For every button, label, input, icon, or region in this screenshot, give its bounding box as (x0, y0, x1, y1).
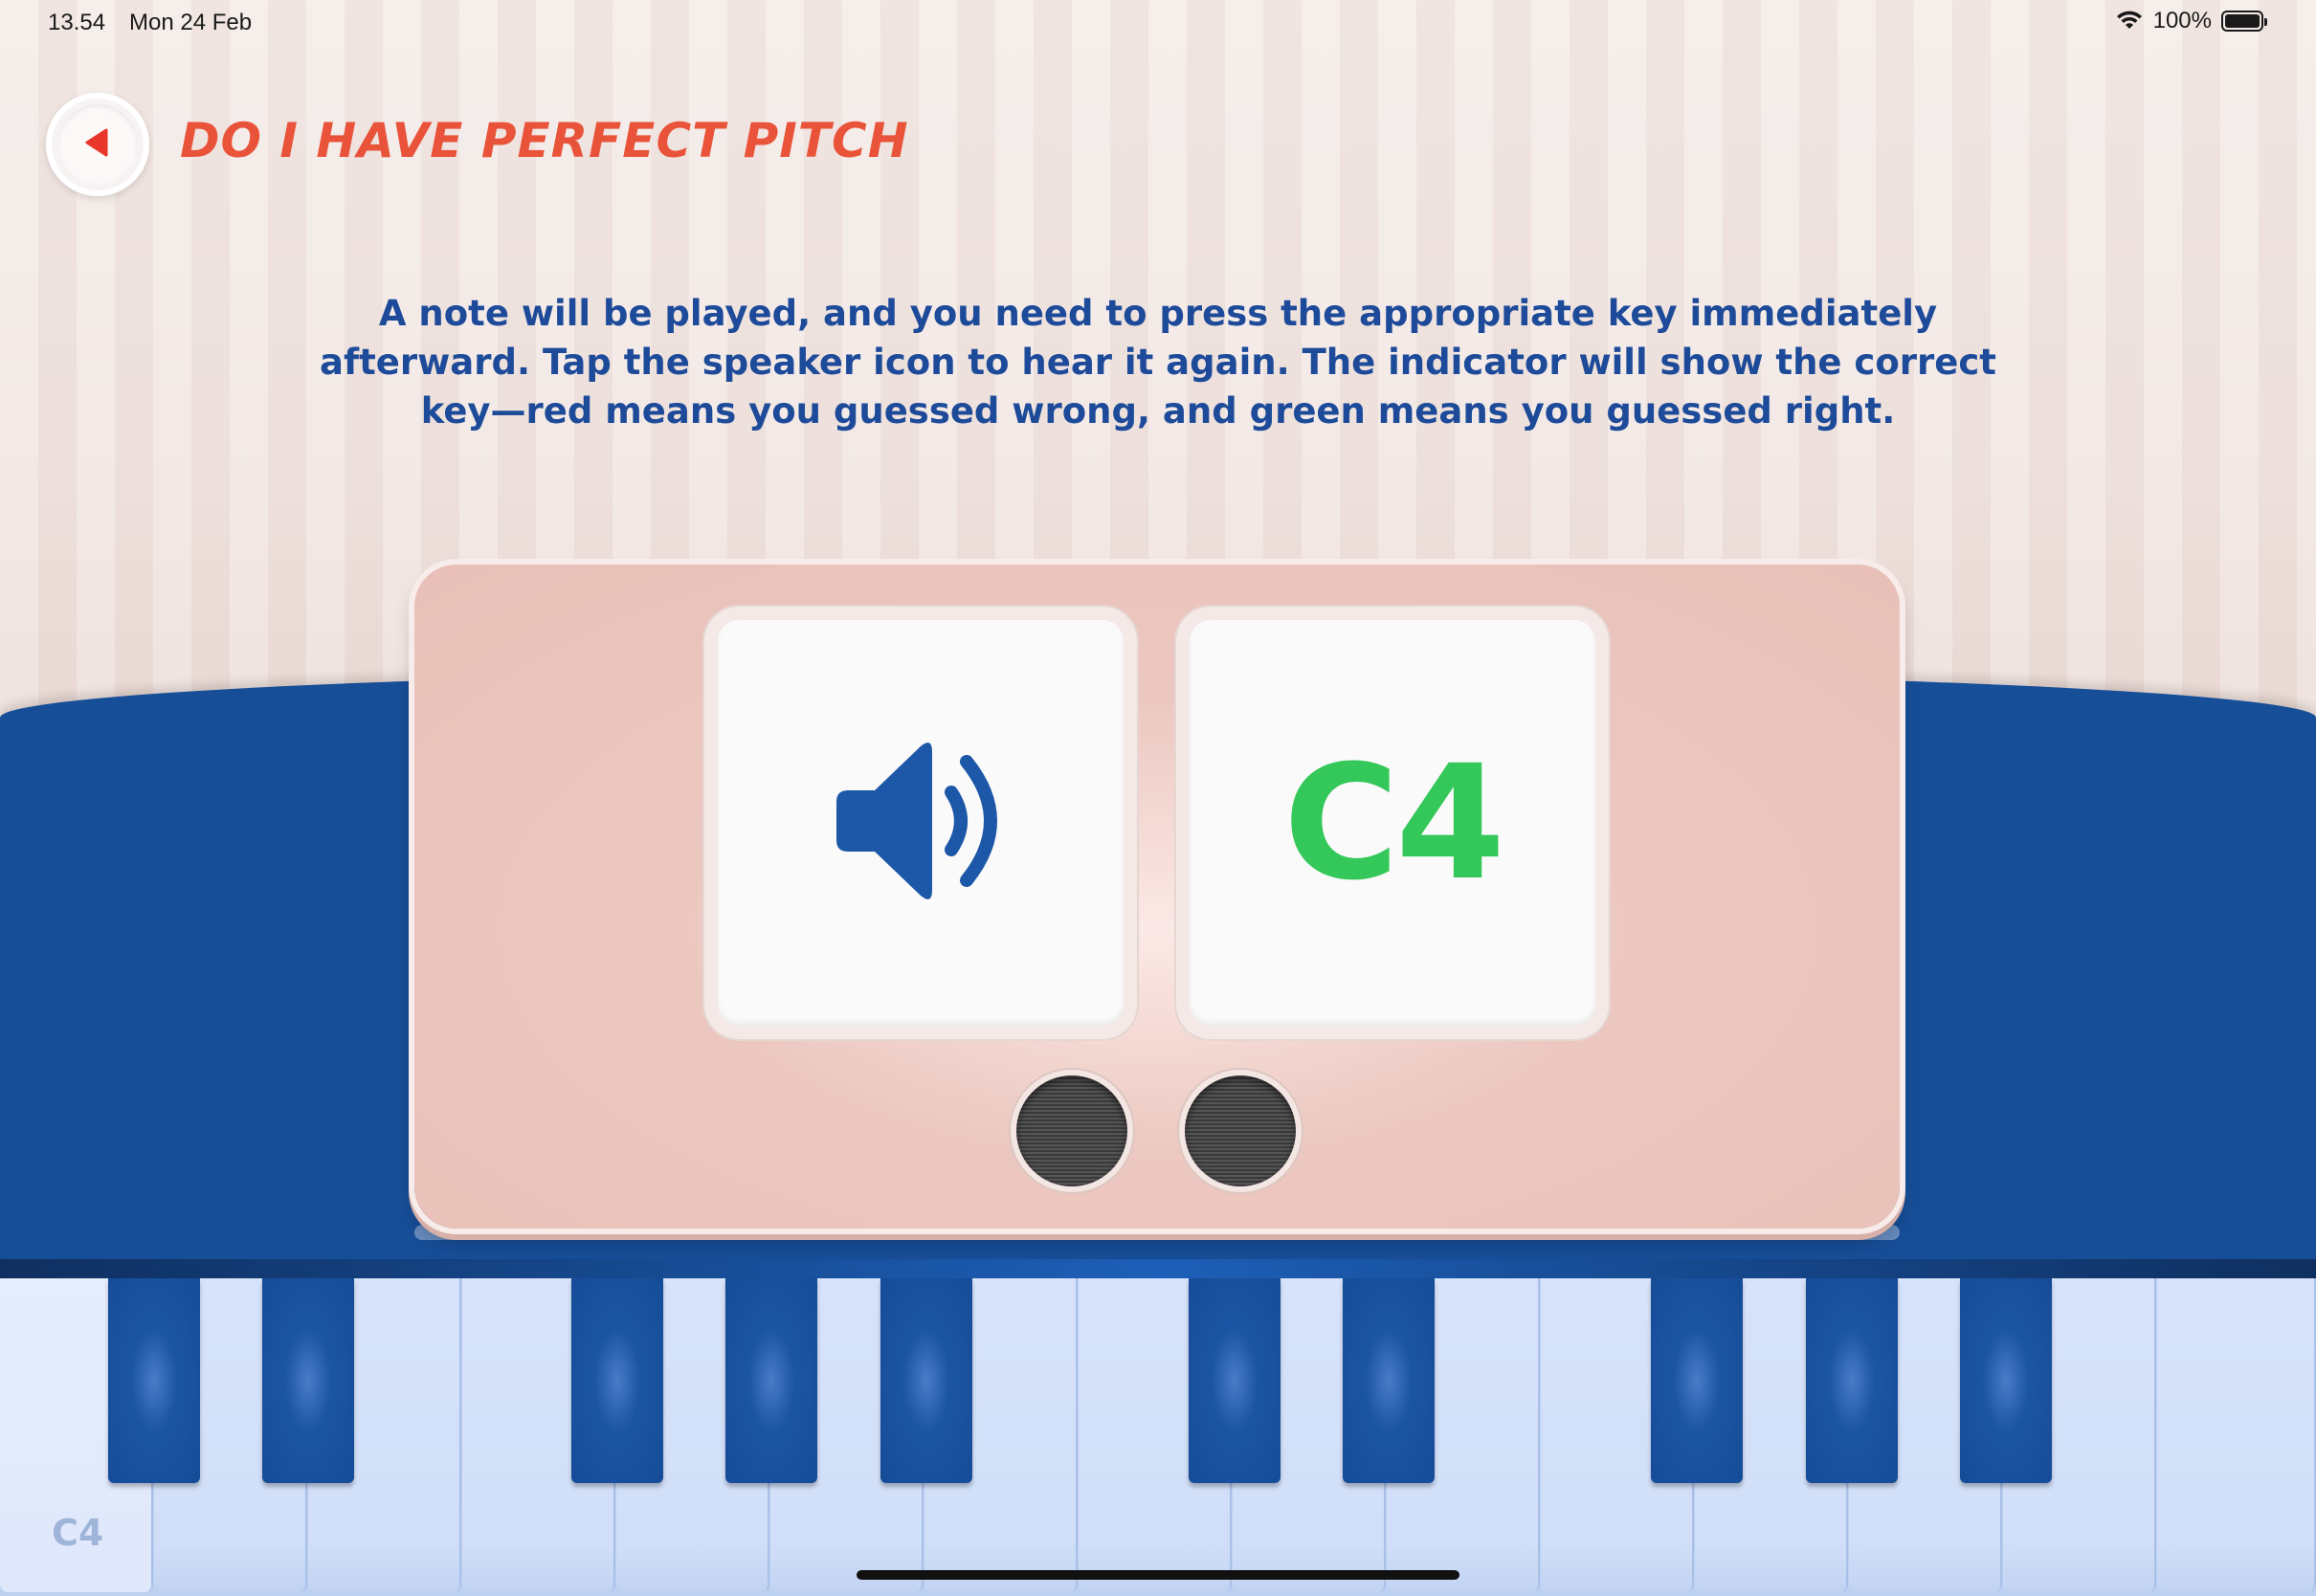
black-key-fs5[interactable] (1651, 1278, 1743, 1483)
page-title: DO I HAVE PERFECT PITCH (180, 113, 909, 168)
piano-keyboard (0, 1278, 2316, 1596)
black-key-cs5[interactable] (1189, 1278, 1280, 1483)
status-time: 13.54 (48, 10, 106, 35)
black-key-as5[interactable] (1960, 1278, 2052, 1483)
black-key-fs4[interactable] (571, 1278, 663, 1483)
wifi-icon (2115, 8, 2144, 34)
note-indicator-label: C4 (1283, 731, 1505, 915)
instructions-text: A note will be played, and you need to p… (320, 293, 1996, 432)
black-key-ds4[interactable] (262, 1278, 354, 1483)
status-date: Mon 24 Feb (129, 10, 253, 35)
black-key-as4[interactable] (880, 1278, 972, 1483)
display-panel (414, 565, 1900, 1229)
replay-speaker-button[interactable] (718, 620, 1124, 1026)
status-bar: 13.54 Mon 24 Feb 100% (0, 0, 2316, 46)
speaker-volume-icon (815, 716, 1026, 930)
home-indicator[interactable] (857, 1570, 1459, 1580)
battery-percent: 100% (2152, 8, 2212, 33)
keyboard-top-rail (0, 1259, 2316, 1278)
black-key-cs4[interactable] (108, 1278, 200, 1483)
black-key-gs4[interactable] (725, 1278, 817, 1483)
status-indicators: 100% (2115, 8, 2267, 34)
back-arrow-icon (81, 126, 114, 163)
black-key-gs5[interactable] (1806, 1278, 1898, 1483)
note-indicator: C4 (1190, 620, 1595, 1026)
speaker-grill-left (1016, 1075, 1127, 1186)
white-key-c6[interactable] (2157, 1278, 2316, 1592)
black-key-ds5[interactable] (1343, 1278, 1435, 1483)
key-label-c4: C4 (52, 1512, 104, 1554)
back-button-face (57, 104, 138, 185)
back-button[interactable] (46, 93, 149, 196)
battery-icon (2221, 11, 2267, 32)
speaker-grill-right (1185, 1075, 1296, 1186)
